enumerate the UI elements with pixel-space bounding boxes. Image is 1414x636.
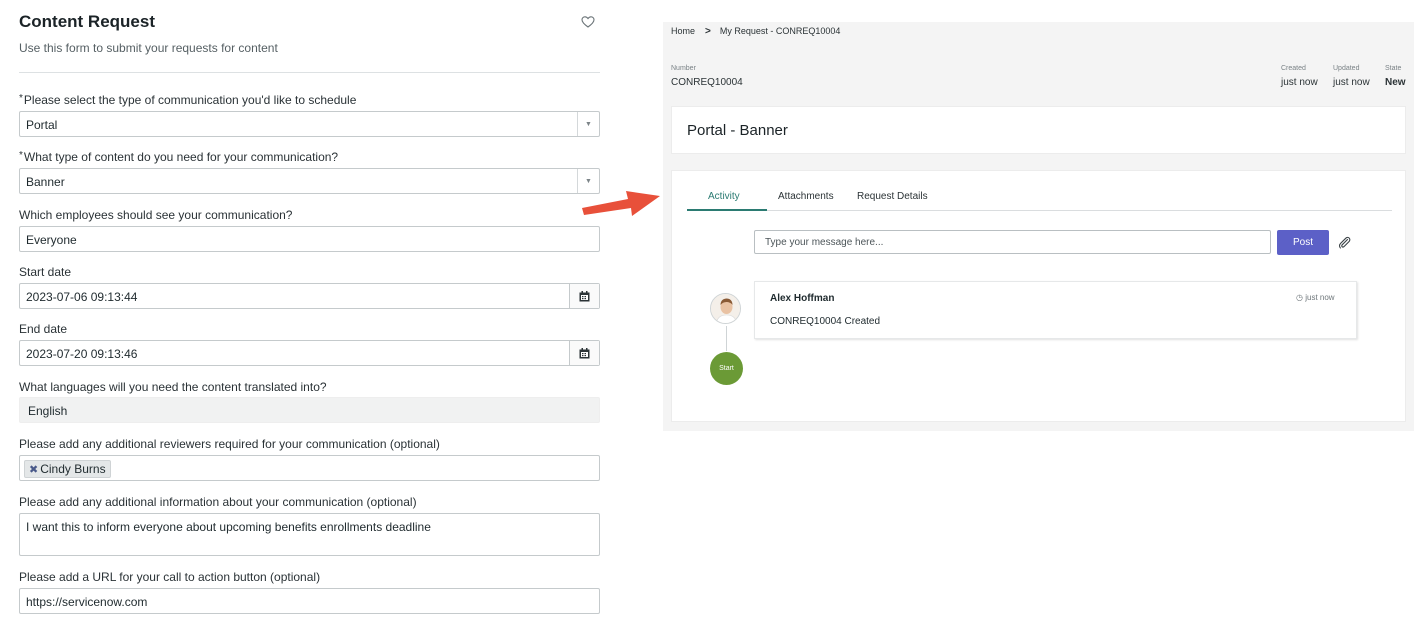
cta-url-input[interactable]: https://servicenow.com [19, 588, 600, 614]
avatar [710, 293, 741, 324]
timeline-start-node: Start [710, 352, 743, 385]
annotation-arrow [582, 191, 660, 216]
heart-icon[interactable] [581, 15, 595, 29]
required-marker: * [19, 93, 23, 104]
start-date-label: Start date [19, 265, 72, 279]
activity-entry: Alex Hoffman ◷ just now CONREQ10004 Crea… [754, 281, 1357, 339]
remove-icon[interactable]: ✖ [29, 464, 38, 476]
reviewers-label: Please add any additional reviewers requ… [19, 437, 440, 451]
record-title-card: Portal - Banner [671, 106, 1406, 154]
timeline-connector [726, 326, 727, 351]
audience-value: Everyone [26, 233, 77, 247]
content-type-value: Banner [26, 175, 65, 189]
state-value: New [1385, 77, 1406, 88]
comm-type-label-text: Please select the type of communication … [23, 93, 357, 107]
created-value: just now [1281, 77, 1318, 88]
activity-time-text: just now [1305, 293, 1335, 302]
calendar-icon[interactable] [569, 341, 599, 365]
reviewers-input[interactable]: ✖ Cindy Burns [19, 455, 600, 481]
content-request-form: Content Request Use this form to submit … [0, 0, 620, 636]
start-date-value: 2023-07-06 09:13:44 [26, 290, 138, 304]
tab-activity[interactable]: Activity [708, 191, 740, 202]
content-type-label-text: What type of content do you need for you… [23, 150, 339, 164]
languages-value: English [28, 404, 68, 418]
activity-author: Alex Hoffman [770, 293, 835, 304]
number-label: Number [671, 65, 696, 72]
record-number: CONREQ10004 [671, 77, 743, 88]
form-title: Content Request [19, 12, 155, 31]
breadcrumb: Home > My Request - CONREQ10004 [671, 26, 840, 37]
form-subtitle: Use this form to submit your requests fo… [19, 41, 278, 55]
activity-time: ◷ just now [1296, 293, 1335, 302]
additional-info-label: Please add any additional information ab… [19, 495, 417, 509]
content-type-label: *What type of content do you need for yo… [19, 150, 338, 164]
active-tab-indicator [687, 209, 767, 211]
tab-attachments[interactable]: Attachments [778, 191, 834, 202]
comm-type-label: *Please select the type of communication… [19, 93, 356, 107]
tabs-divider [687, 210, 1392, 211]
reviewer-chip-label: Cindy Burns [40, 462, 106, 476]
chevron-right-icon: > [705, 26, 711, 37]
content-type-select[interactable]: Banner ▼ [19, 168, 600, 194]
tab-request-details[interactable]: Request Details [857, 191, 928, 202]
required-marker: * [19, 150, 23, 161]
calendar-icon[interactable] [569, 284, 599, 308]
cta-url-label: Please add a URL for your call to action… [19, 570, 321, 584]
message-input[interactable]: Type your message here... [754, 230, 1271, 254]
activity-card: Activity Attachments Request Details Typ… [671, 170, 1406, 422]
message-placeholder: Type your message here... [765, 237, 884, 248]
cta-url-value: https://servicenow.com [26, 595, 148, 609]
activity-body: CONREQ10004 Created [770, 316, 881, 327]
reviewer-chip: ✖ Cindy Burns [24, 460, 111, 478]
languages-field: English [19, 397, 600, 423]
chevron-down-icon[interactable]: ▼ [577, 112, 599, 136]
breadcrumb-current[interactable]: My Request - CONREQ10004 [720, 26, 841, 36]
breadcrumb-home[interactable]: Home [671, 26, 695, 36]
comm-type-value: Portal [26, 118, 58, 132]
start-date-input[interactable]: 2023-07-06 09:13:44 [19, 283, 600, 309]
updated-label: Updated [1333, 65, 1360, 72]
additional-info-value: I want this to inform everyone about upc… [26, 520, 431, 534]
paperclip-icon[interactable] [1338, 236, 1351, 249]
comm-type-select[interactable]: Portal ▼ [19, 111, 600, 137]
end-date-label: End date [19, 322, 68, 336]
record-title: Portal - Banner [687, 122, 788, 139]
state-label: State [1385, 65, 1402, 72]
clock-icon: ◷ [1296, 293, 1303, 302]
audience-label: Which employees should see your communic… [19, 208, 293, 222]
created-label: Created [1281, 65, 1306, 72]
form-divider [19, 72, 600, 73]
end-date-input[interactable]: 2023-07-20 09:13:46 [19, 340, 600, 366]
audience-input[interactable]: Everyone [19, 226, 600, 252]
languages-label: What languages will you need the content… [19, 380, 327, 394]
additional-info-textarea[interactable]: I want this to inform everyone about upc… [19, 513, 600, 556]
post-button[interactable]: Post [1277, 230, 1329, 255]
updated-value: just now [1333, 77, 1370, 88]
end-date-value: 2023-07-20 09:13:46 [26, 347, 138, 361]
